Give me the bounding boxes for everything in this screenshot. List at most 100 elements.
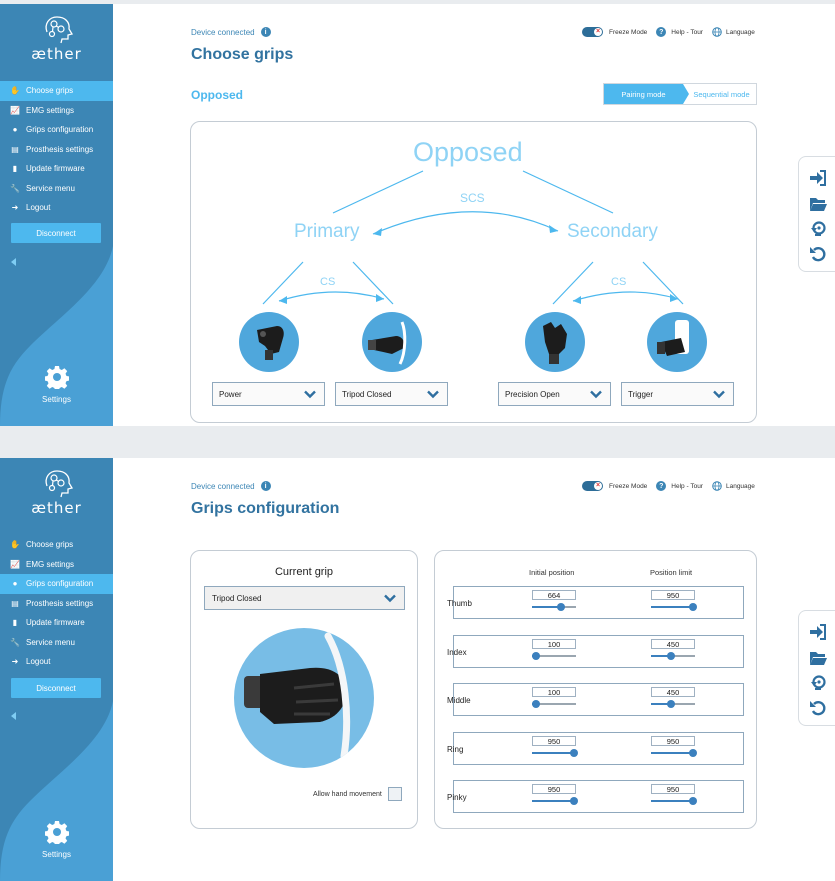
current-grip-select[interactable]: Tripod Closed: [204, 586, 405, 610]
grip-select-value: Precision Open: [505, 389, 560, 399]
finger-row-thumb: [453, 586, 744, 619]
initial-position-input[interactable]: 950: [532, 784, 576, 794]
limit-position-slider[interactable]: [651, 749, 697, 757]
sidebar-item-label: Choose grips: [26, 86, 74, 96]
info-icon[interactable]: i: [260, 27, 271, 37]
sidebar-item-choose-grips[interactable]: ✋ Choose grips: [0, 535, 113, 555]
initial-position-slider[interactable]: [532, 797, 578, 805]
restore-icon[interactable]: [809, 674, 827, 692]
info-icon[interactable]: i: [260, 481, 271, 491]
sequential-mode-button[interactable]: Sequential mode: [683, 84, 756, 104]
sidebar-item-service-menu[interactable]: 🔧 Service menu: [0, 179, 113, 199]
slider-fill: [532, 800, 574, 802]
clipboard-icon: ▤: [11, 144, 19, 154]
slider-thumb[interactable]: [569, 797, 578, 805]
sidebar-item-emg-settings[interactable]: 📈 EMG settings: [0, 101, 113, 121]
limit-position-input[interactable]: 450: [651, 687, 695, 697]
grip-select-value: Trigger: [628, 389, 654, 399]
initial-position-slider[interactable]: [532, 749, 578, 757]
initial-position-input[interactable]: 664: [532, 590, 576, 600]
undo-icon[interactable]: [809, 245, 827, 263]
help-tour-link[interactable]: Help - Tour: [671, 29, 703, 36]
limit-position-slider[interactable]: [651, 652, 695, 660]
sidebar-item-update-firmware[interactable]: ▮ Update firmware: [0, 159, 113, 179]
import-icon[interactable]: [809, 169, 827, 187]
initial-position-input[interactable]: 100: [532, 687, 576, 697]
folder-open-icon[interactable]: [809, 195, 827, 213]
current-grip-card: Current grip Tripod Closed Allow hand mo…: [190, 550, 418, 829]
sidebar-item-grips-configuration[interactable]: ● Grips configuration: [0, 574, 113, 594]
help-icon[interactable]: ?: [656, 27, 667, 37]
trigger-grip-image: [647, 312, 707, 372]
import-icon[interactable]: [809, 623, 827, 641]
freeze-mode-toggle[interactable]: ×: [582, 481, 603, 491]
initial-position-slider[interactable]: [532, 652, 576, 660]
pairing-mode-button[interactable]: Pairing mode: [604, 84, 689, 104]
grip-select-precision-open[interactable]: Precision Open: [498, 382, 611, 406]
close-icon: ×: [594, 28, 602, 36]
allow-hand-movement-checkbox[interactable]: [387, 787, 402, 801]
grip-select-tripod-closed[interactable]: Tripod Closed: [335, 382, 448, 406]
mode-switch: Pairing mode Sequential mode: [603, 83, 757, 105]
globe-icon[interactable]: [712, 481, 722, 491]
initial-position-input[interactable]: 950: [532, 736, 576, 746]
gear-icon: [44, 366, 69, 389]
allow-hand-movement: Allow hand movement: [313, 787, 402, 801]
initial-position-slider[interactable]: [532, 603, 576, 611]
sidebar-item-emg-settings[interactable]: 📈 EMG settings: [0, 555, 113, 575]
settings-button[interactable]: Settings: [0, 820, 113, 859]
sidebar-item-update-firmware[interactable]: ▮ Update firmware: [0, 613, 113, 633]
chevron-down-icon: [304, 390, 316, 399]
logout-icon: ➜: [11, 203, 19, 213]
globe-icon[interactable]: [712, 27, 722, 37]
close-icon: ×: [594, 482, 602, 490]
limit-position-slider[interactable]: [651, 603, 697, 611]
sidebar-item-logout[interactable]: ➜ Logout: [0, 652, 113, 672]
device-status: Device connected i: [191, 27, 271, 37]
sidebar-item-label: Logout: [26, 657, 51, 667]
sidebar-item-service-menu[interactable]: 🔧 Service menu: [0, 633, 113, 653]
grip-select-power[interactable]: Power: [212, 382, 325, 406]
slider-thumb[interactable]: [688, 603, 697, 611]
limit-position-input[interactable]: 450: [651, 639, 695, 649]
sidebar-item-label: Grips configuration: [26, 125, 94, 135]
device-status-text: Device connected: [191, 481, 255, 491]
folder-open-icon[interactable]: [809, 649, 827, 667]
help-tour-link[interactable]: Help - Tour: [671, 483, 703, 490]
language-link[interactable]: Language: [726, 29, 755, 36]
limit-position-input[interactable]: 950: [651, 590, 695, 600]
chevron-down-icon: [384, 594, 396, 603]
limit-position-input[interactable]: 950: [651, 784, 695, 794]
sidebar-item-prosthesis-settings[interactable]: ▤ Prosthesis settings: [0, 140, 113, 160]
slider-thumb[interactable]: [688, 797, 697, 805]
initial-position-header: Initial position: [529, 568, 575, 577]
initial-position-input[interactable]: 100: [532, 639, 576, 649]
limit-position-input[interactable]: 950: [651, 736, 695, 746]
sidebar-item-choose-grips[interactable]: ✋ Choose grips: [0, 81, 113, 101]
slider-thumb[interactable]: [666, 652, 675, 660]
slider-thumb[interactable]: [666, 700, 675, 708]
slider-fill: [532, 752, 574, 754]
settings-label: Settings: [42, 395, 71, 404]
disconnect-button[interactable]: Disconnect: [11, 678, 101, 698]
sidebar-item-prosthesis-settings[interactable]: ▤ Prosthesis settings: [0, 594, 113, 614]
limit-position-slider[interactable]: [651, 797, 697, 805]
pairing-tree: Opposed SCS Primary Secondary CS CS Powe…: [190, 121, 757, 423]
disconnect-button[interactable]: Disconnect: [11, 223, 101, 243]
language-link[interactable]: Language: [726, 483, 755, 490]
grip-select-trigger[interactable]: Trigger: [621, 382, 734, 406]
finger-label: Ring: [447, 745, 464, 754]
restore-icon[interactable]: [809, 220, 827, 238]
header-actions: × Freeze Mode ? Help - Tour Language: [582, 481, 755, 491]
sidebar-item-grips-configuration[interactable]: ● Grips configuration: [0, 120, 113, 140]
initial-position-slider[interactable]: [532, 700, 576, 708]
undo-icon[interactable]: [809, 699, 827, 717]
freeze-mode-toggle[interactable]: ×: [582, 27, 603, 37]
settings-button[interactable]: Settings: [0, 365, 113, 404]
hand-icon: ✋: [10, 86, 20, 96]
help-icon[interactable]: ?: [656, 481, 667, 491]
sidebar-item-logout[interactable]: ➜ Logout: [0, 198, 113, 218]
limit-position-slider[interactable]: [651, 700, 695, 708]
slider-thumb[interactable]: [688, 749, 697, 757]
slider-thumb[interactable]: [569, 749, 578, 757]
